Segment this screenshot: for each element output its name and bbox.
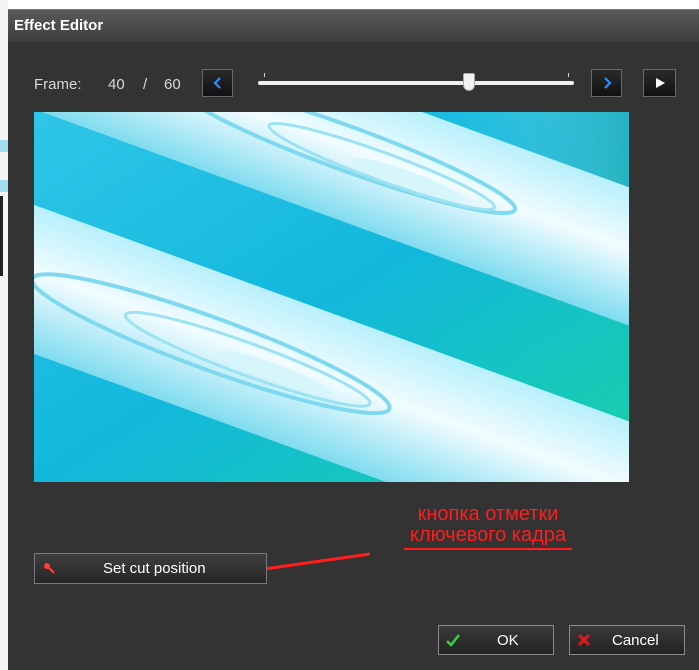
frame-total: 60 (164, 76, 181, 93)
cancel-label: Cancel (612, 632, 659, 649)
window-title: Effect Editor (14, 17, 104, 34)
chevron-left-icon (212, 77, 221, 89)
edge-artifact (0, 196, 3, 276)
slider-tick (264, 73, 265, 77)
frame-separator: / (143, 76, 148, 93)
chevron-right-icon (603, 77, 612, 89)
slider-thumb[interactable] (462, 73, 475, 91)
title-bar: Effect Editor (8, 9, 699, 42)
annotation-line2: ключевого кадра (403, 525, 573, 550)
key-icon (44, 563, 55, 574)
edge-artifact (0, 180, 8, 192)
ok-button[interactable]: OK (438, 625, 554, 655)
set-cut-position-label: Set cut position (103, 560, 206, 577)
frame-slider[interactable] (258, 73, 574, 91)
next-frame-button[interactable] (591, 69, 622, 97)
prev-frame-button[interactable] (202, 69, 233, 97)
x-icon (577, 633, 591, 647)
cancel-button[interactable]: Cancel (569, 625, 685, 655)
play-icon (655, 78, 665, 88)
checkmark-icon (446, 634, 461, 647)
annotation-line1: кнопка отметки (417, 503, 559, 525)
frame-current: 40 (108, 76, 125, 93)
preview-image (34, 112, 629, 482)
effect-editor-window: Effect Editor Frame: 40 / 60 кнопка отме… (8, 9, 699, 670)
slider-tick (568, 73, 569, 77)
play-button[interactable] (643, 69, 676, 97)
effect-preview (34, 112, 629, 482)
ok-label: OK (497, 632, 519, 649)
set-cut-position-button[interactable]: Set cut position (34, 553, 267, 584)
edge-artifact (0, 140, 8, 152)
annotation-note: кнопка отметки ключевого кадра (368, 504, 608, 550)
frame-label: Frame: (34, 76, 82, 93)
background-edge (0, 0, 8, 670)
frame-controls: Frame: 40 / 60 (8, 69, 699, 99)
